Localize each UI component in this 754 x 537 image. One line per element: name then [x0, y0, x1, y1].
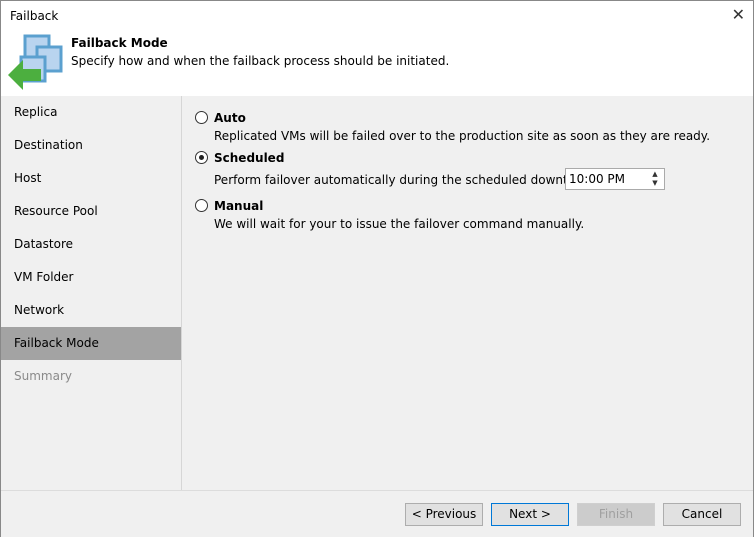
step-datastore[interactable]: Datastore	[1, 228, 181, 261]
step-network[interactable]: Network	[1, 294, 181, 327]
close-icon[interactable]: ✕	[732, 5, 745, 24]
spin-down-icon[interactable]: ▼	[648, 179, 662, 188]
title-bar: Failback ✕	[1, 1, 753, 31]
manual-radio[interactable]	[195, 199, 208, 212]
scheduled-option[interactable]: Scheduled	[195, 151, 284, 165]
step-destination[interactable]: Destination	[1, 129, 181, 162]
previous-button[interactable]: < Previous	[405, 503, 483, 526]
page-title: Failback Mode	[71, 36, 168, 50]
auto-radio[interactable]	[195, 111, 208, 124]
step-summary: Summary	[14, 369, 72, 383]
auto-description: Replicated VMs will be failed over to th…	[214, 129, 711, 143]
spin-up-icon[interactable]: ▲	[648, 170, 662, 179]
step-resource-pool[interactable]: Resource Pool	[1, 195, 181, 228]
cancel-button[interactable]: Cancel	[663, 503, 741, 526]
step-replica[interactable]: Replica	[1, 96, 181, 129]
scheduled-radio[interactable]	[195, 151, 208, 164]
content-panel: Auto Replicated VMs will be failed over …	[182, 96, 753, 490]
wizard-header: Failback Mode Specify how and when the f…	[1, 31, 753, 96]
time-value[interactable]: 10:00 PM	[569, 172, 625, 186]
auto-option[interactable]: Auto	[195, 111, 246, 125]
step-vm-folder[interactable]: VM Folder	[1, 261, 181, 294]
time-spinner[interactable]: ▲ ▼	[648, 170, 662, 188]
manual-label[interactable]: Manual	[214, 199, 263, 213]
scheduled-description: Perform failover automatically during th…	[214, 173, 611, 187]
scheduled-label[interactable]: Scheduled	[214, 151, 284, 165]
step-host[interactable]: Host	[1, 162, 181, 195]
next-button[interactable]: Next >	[491, 503, 569, 526]
manual-option[interactable]: Manual	[195, 199, 263, 213]
page-subtitle: Specify how and when the failback proces…	[71, 54, 450, 68]
time-picker[interactable]: 10:00 PM ▲ ▼	[565, 168, 665, 190]
manual-description: We will wait for your to issue the failo…	[214, 217, 585, 231]
wizard-steps: Replica Destination Host Resource Pool D…	[1, 96, 182, 490]
step-failback-mode[interactable]: Failback Mode	[1, 327, 181, 360]
auto-label[interactable]: Auto	[214, 111, 246, 125]
failback-logo-icon	[8, 34, 63, 90]
window-title: Failback	[10, 9, 59, 23]
footer: < Previous Next > Finish Cancel	[1, 490, 753, 537]
finish-button: Finish	[577, 503, 655, 526]
